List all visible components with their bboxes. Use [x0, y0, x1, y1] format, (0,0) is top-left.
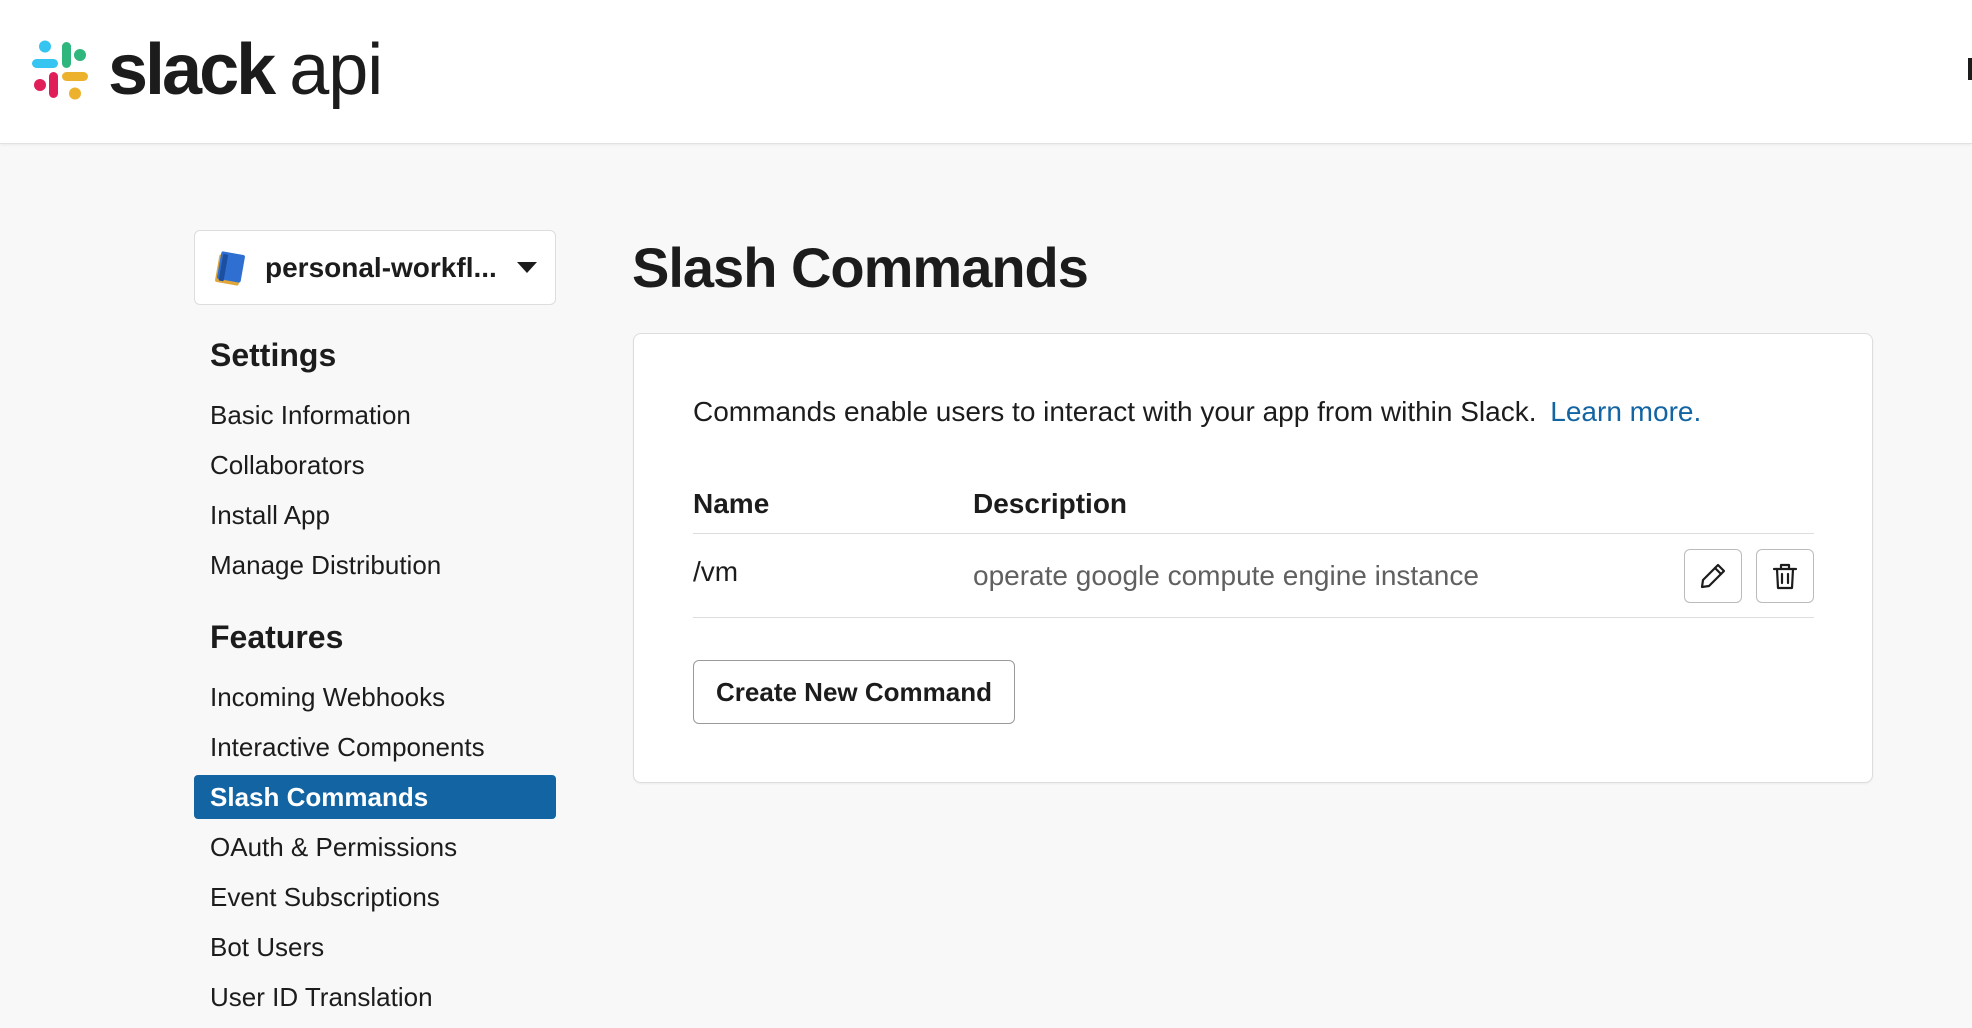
top-header: slack api [0, 0, 1972, 144]
header-edge-marker [1968, 58, 1972, 80]
sidebar-item-bot-users[interactable]: Bot Users [194, 925, 556, 969]
app-selector-dropdown[interactable]: personal-workfl... [194, 230, 556, 305]
table-header: Name Description [693, 474, 1814, 534]
sidebar-item-manage-distribution[interactable]: Manage Distribution [194, 543, 556, 587]
features-nav: Incoming Webhooks Interactive Components… [194, 675, 556, 1019]
sidebar-item-user-id-translation[interactable]: User ID Translation [194, 975, 556, 1019]
sidebar-item-oauth-permissions[interactable]: OAuth & Permissions [194, 825, 556, 869]
sidebar-heading-features: Features [210, 619, 344, 655]
sidebar-item-basic-information[interactable]: Basic Information [194, 393, 556, 437]
edit-command-button[interactable] [1684, 548, 1742, 603]
column-header-name: Name [693, 487, 770, 519]
intro-text: Commands enable users to interact with y… [693, 396, 1537, 427]
slash-commands-card: Commands enable users to interact with y… [633, 333, 1873, 783]
table-row: /vm operate google compute engine instan… [693, 534, 1814, 618]
intro-paragraph: Commands enable users to interact with y… [693, 392, 1701, 432]
page-title: Slash Commands [632, 236, 1089, 299]
slack-api-logo[interactable]: slack api [28, 30, 383, 110]
create-new-command-button[interactable]: Create New Command [693, 660, 1015, 724]
app-selector-name: personal-workfl... [265, 251, 497, 283]
sidebar-item-install-app[interactable]: Install App [194, 493, 556, 537]
sidebar-heading-settings: Settings [210, 337, 337, 373]
sidebar-item-interactive-components[interactable]: Interactive Components [194, 725, 556, 769]
sidebar-item-event-subscriptions[interactable]: Event Subscriptions [194, 875, 556, 919]
column-header-description: Description [973, 487, 1128, 519]
logo-wordmark: slack api [108, 30, 383, 110]
logo-api-text: api [289, 30, 383, 110]
notebook-icon [215, 250, 245, 286]
settings-nav: Basic Information Collaborators Install … [194, 393, 556, 587]
slack-hash-logo-icon [32, 40, 88, 100]
delete-command-button[interactable] [1756, 548, 1814, 603]
sidebar-item-collaborators[interactable]: Collaborators [194, 443, 556, 487]
pencil-icon [1700, 563, 1726, 588]
sidebar-item-incoming-webhooks[interactable]: Incoming Webhooks [194, 675, 556, 719]
sidebar-item-slash-commands[interactable]: Slash Commands [194, 775, 556, 819]
command-description: operate google compute engine instance [973, 559, 1479, 591]
trash-icon [1772, 563, 1798, 589]
commands-table: Name Description /vm operate google comp… [693, 474, 1814, 618]
command-name: /vm [693, 555, 739, 587]
learn-more-link[interactable]: Learn more. [1550, 396, 1701, 427]
row-actions [1684, 548, 1814, 603]
caret-down-icon [517, 262, 537, 273]
sidebar: personal-workfl... Settings Basic Inform… [194, 230, 556, 1025]
logo-slack-text: slack [108, 30, 276, 110]
